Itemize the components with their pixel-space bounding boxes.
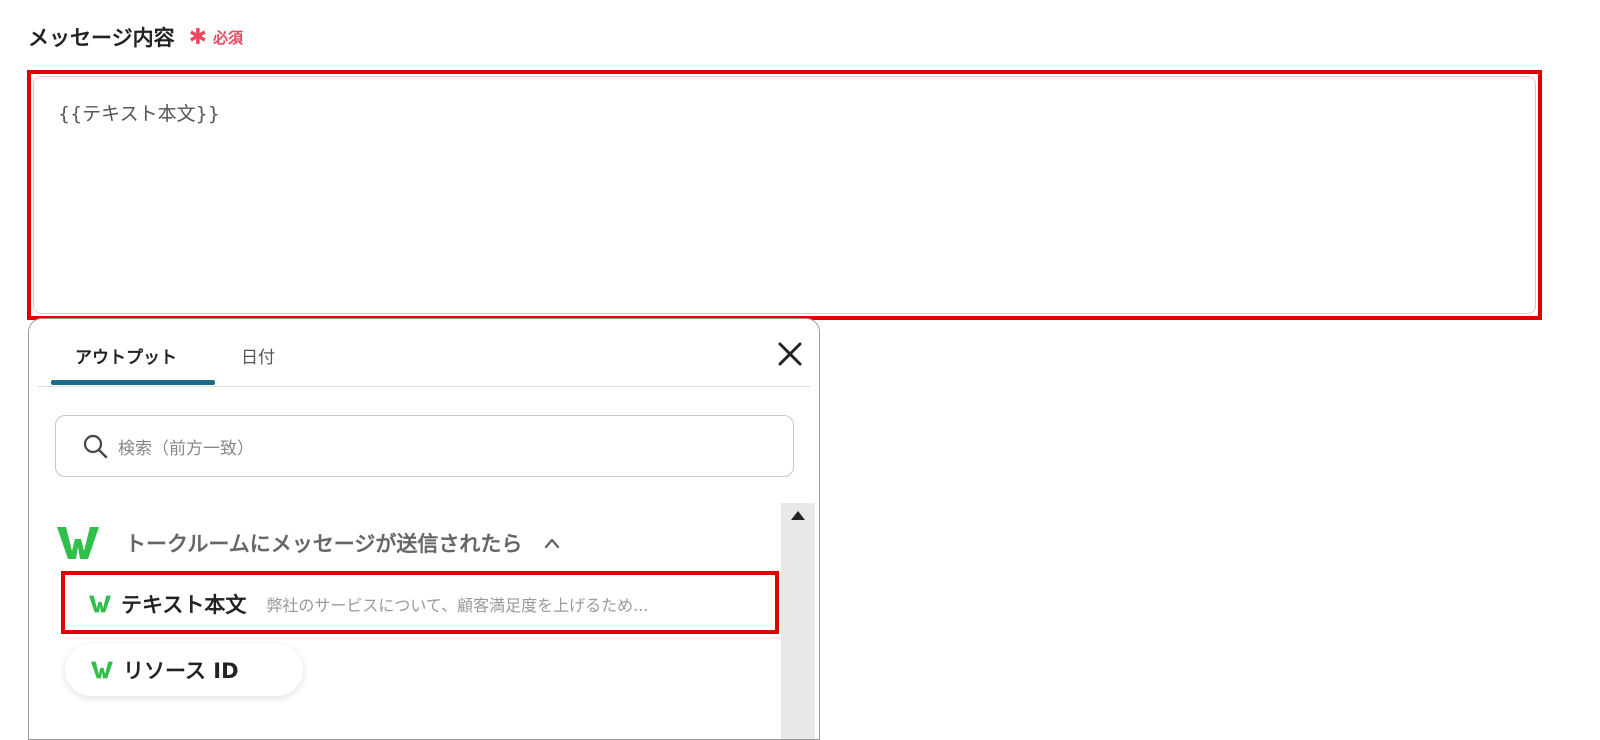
app-logo-icon <box>91 661 113 679</box>
message-textarea-highlight: {{テキスト本文}} <box>27 70 1542 320</box>
required-star-icon: ✱ <box>188 24 208 50</box>
tab-output[interactable]: アウトプット <box>75 343 177 368</box>
message-textarea-value: {{テキスト本文}} <box>58 103 220 125</box>
group-title: トークルームにメッセージが送信されたら <box>125 532 523 556</box>
field-label: メッセージ内容 ✱ 必須 <box>28 22 243 52</box>
output-item-text-body[interactable]: テキスト本文 弊社のサービスについて、顧客満足度を上げるため... <box>89 589 648 619</box>
item-label: リソース ID <box>123 659 239 683</box>
output-item-resource-id[interactable]: リソース ID <box>65 644 303 696</box>
tab-date[interactable]: 日付 <box>241 343 275 368</box>
search-placeholder: 検索（前方一致） <box>118 439 254 459</box>
tab-bar: アウトプット 日付 <box>37 319 811 387</box>
variable-picker-popup: アウトプット 日付 検索（前方一致） トークルームにメッセージが送信されたら テ… <box>28 318 820 740</box>
close-icon[interactable] <box>775 339 805 369</box>
output-group-header[interactable]: トークルームにメッセージが送信されたら <box>57 523 560 563</box>
active-tab-indicator <box>51 380 215 385</box>
field-label-text: メッセージ内容 <box>28 26 175 50</box>
message-textarea[interactable]: {{テキスト本文}} <box>33 76 1536 314</box>
app-logo-icon <box>57 527 99 559</box>
item-preview: 弊社のサービスについて、顧客満足度を上げるため... <box>266 596 649 615</box>
required-badge: 必須 <box>213 28 244 47</box>
chevron-up-icon[interactable] <box>544 537 560 549</box>
scroll-up-arrow-icon[interactable] <box>791 511 805 520</box>
item-label: テキスト本文 <box>121 593 247 617</box>
scrollbar[interactable] <box>781 503 815 739</box>
search-icon <box>83 434 108 459</box>
search-input[interactable]: 検索（前方一致） <box>55 415 794 477</box>
app-logo-icon <box>89 595 111 613</box>
